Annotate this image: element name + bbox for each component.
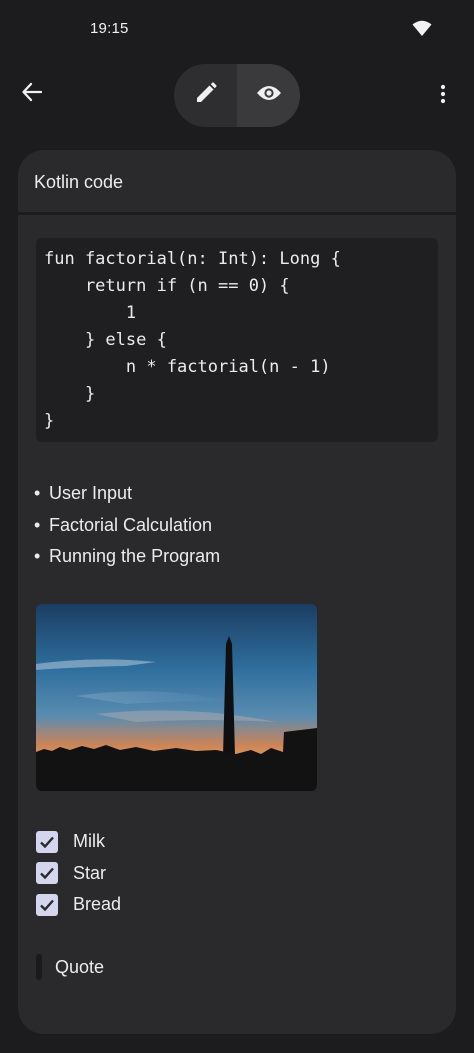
checklist-item: Star (36, 858, 121, 890)
pencil-icon (194, 81, 218, 110)
bullet-dot: • (34, 546, 41, 566)
status-time: 19:15 (90, 20, 129, 37)
checklist-item: Bread (36, 889, 121, 921)
checkbox[interactable] (36, 862, 58, 885)
quote-text: Quote (55, 956, 105, 977)
more-options-button[interactable] (428, 78, 458, 114)
note-card: Kotlin code fun factorial(n: Int): Long … (18, 150, 456, 1034)
code-line: } (44, 411, 55, 431)
mode-toggle (174, 64, 300, 127)
checkbox[interactable] (36, 830, 58, 853)
checklist-label: Star (73, 862, 107, 883)
back-button[interactable] (14, 76, 50, 112)
checklist-label: Bread (73, 894, 122, 915)
bullet-text: User Input (49, 483, 133, 503)
code-line: } else { (44, 330, 167, 350)
bullet-text: Running the Program (49, 546, 221, 566)
checkbox[interactable] (36, 893, 58, 916)
bullet-dot: • (34, 514, 41, 535)
preview-mode-button[interactable] (237, 64, 300, 127)
checklist-item: Milk (36, 826, 121, 858)
check-icon (40, 867, 54, 880)
blockquote: Quote (36, 954, 104, 980)
list-item: • Factorial Calculation (34, 510, 220, 542)
check-icon (40, 899, 54, 911)
code-block: fun factorial(n: Int): Long { return if … (36, 238, 438, 442)
checklist: Milk Star Bread (36, 826, 121, 921)
code-line: n * factorial(n - 1) (44, 357, 331, 377)
bullet-list: • User Input • Factorial Calculation • R… (34, 478, 220, 573)
eye-icon (256, 84, 282, 107)
wifi-icon (412, 19, 432, 37)
code-line: return if (n == 0) { (44, 276, 290, 296)
title-divider (18, 212, 456, 215)
edit-mode-button[interactable] (174, 64, 237, 127)
note-image[interactable] (36, 604, 317, 791)
bullet-dot: • (34, 483, 41, 503)
code-line: 1 (44, 303, 137, 323)
quote-bar (36, 954, 42, 980)
code-line: } (44, 384, 96, 404)
list-item: • User Input (34, 478, 220, 510)
bullet-text: Factorial Calculation (49, 514, 213, 535)
checklist-label: Milk (73, 831, 105, 852)
code-line: fun factorial(n: Int): Long { (44, 249, 341, 269)
arrow-back-icon (21, 81, 43, 108)
status-bar: 19:15 (0, 0, 474, 58)
check-icon (40, 836, 54, 848)
top-app-bar (0, 60, 474, 132)
note-title: Kotlin code (34, 172, 124, 192)
more-vert-icon (440, 84, 446, 109)
list-item: • Running the Program (34, 541, 220, 573)
